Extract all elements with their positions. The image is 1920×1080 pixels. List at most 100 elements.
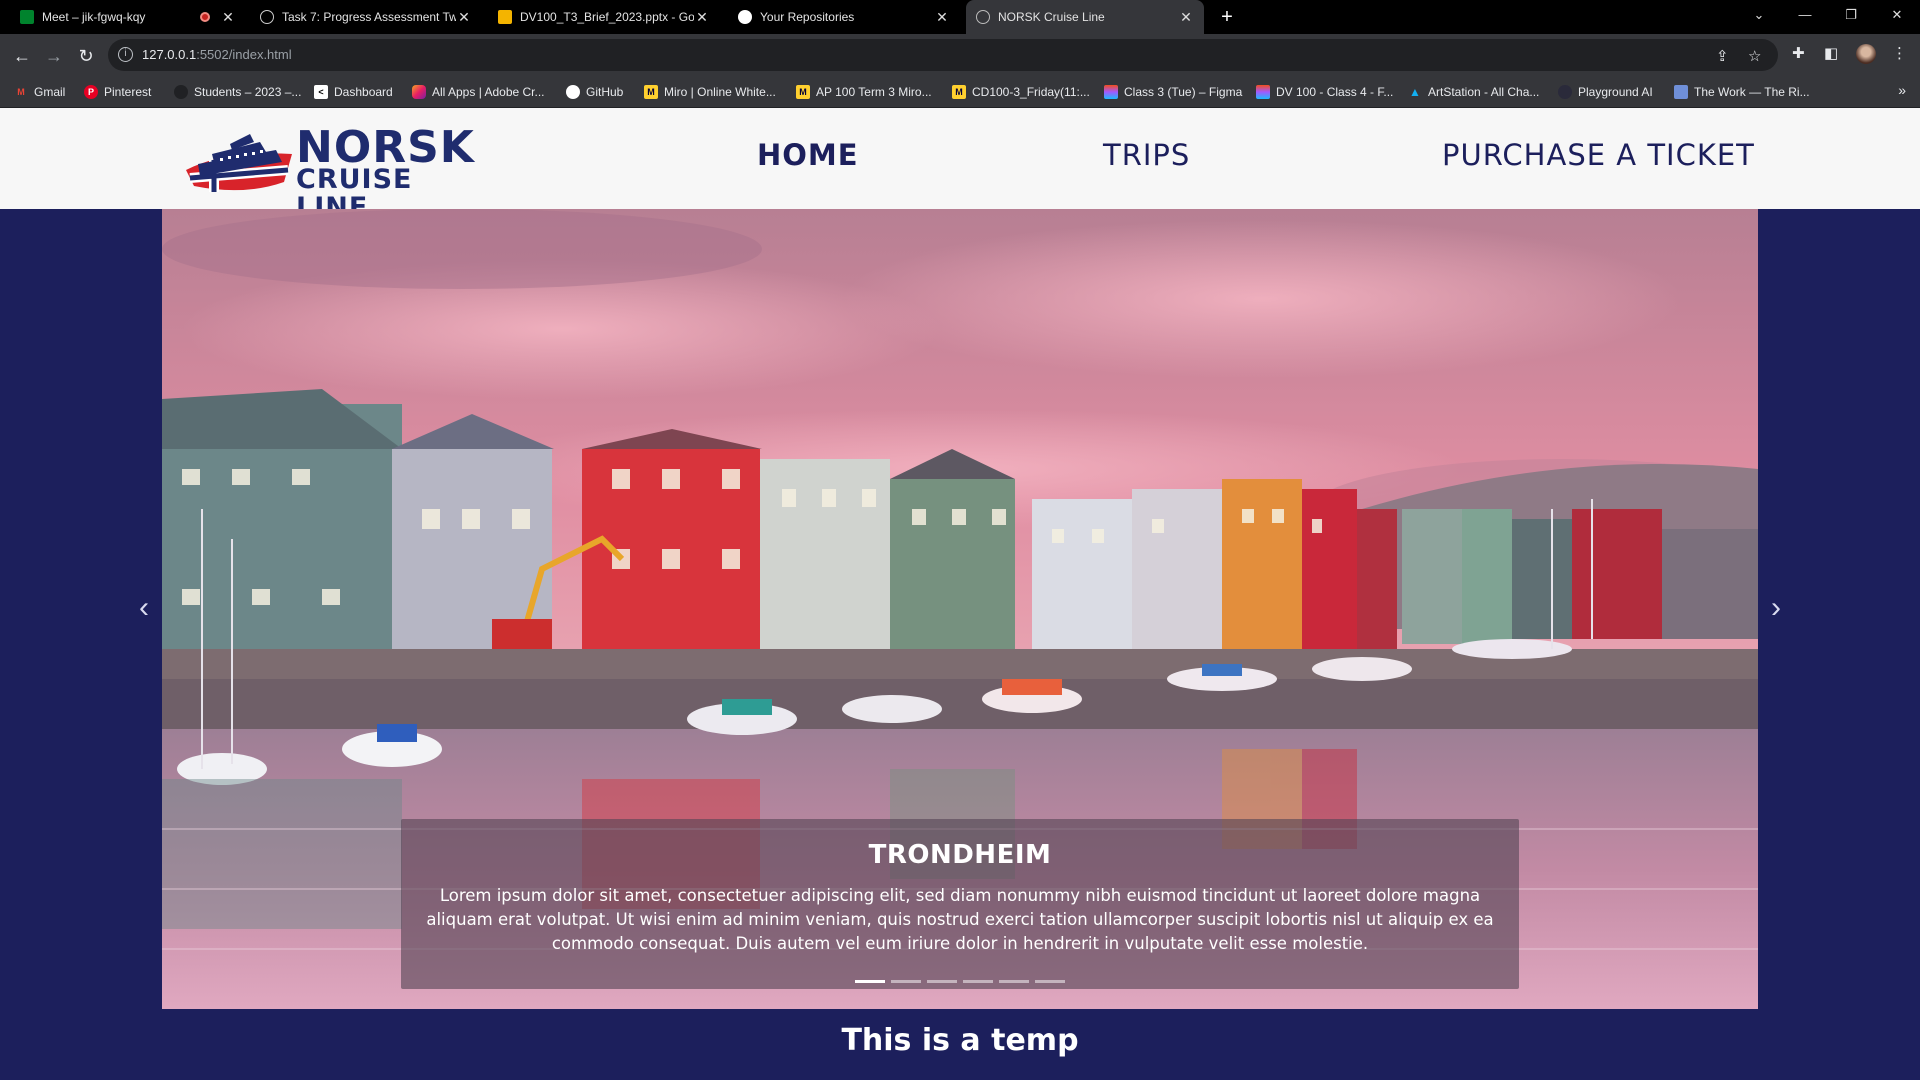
carousel-indicator-2[interactable] <box>891 980 921 983</box>
tab-title: Meet – jik-fgwq-kqy <box>42 10 146 24</box>
carousel-caption: TRONDHEIM Lorem ipsum dolor sit amet, co… <box>401 819 1519 989</box>
bookmark-label: GitHub <box>586 85 624 99</box>
ship-flag-icon <box>186 134 292 192</box>
bookmark-playground-ai[interactable]: Playground AI <box>1558 84 1653 100</box>
slide-title: TRONDHEIM <box>868 840 1052 870</box>
pinterest-icon: P <box>84 85 98 99</box>
close-window-button[interactable]: ✕ <box>1874 0 1920 34</box>
address-bar[interactable]: i 127.0.0.1:5502/index.html ⇪ ☆ <box>108 39 1778 71</box>
bookmark-label: The Work — The Ri... <box>1694 85 1810 99</box>
nav-trips[interactable]: TRIPS <box>1103 138 1190 172</box>
browser-tab[interactable]: Task 7: Progress Assessment Two ✕ <box>250 0 482 34</box>
tab-search-icon[interactable]: ⌄ <box>1736 0 1782 34</box>
tab-title: Your Repositories <box>760 10 855 24</box>
bookmark-students[interactable]: Students – 2023 –... <box>174 84 301 100</box>
bookmark-label: Dashboard <box>334 85 393 99</box>
url-path: :5502/index.html <box>196 47 292 62</box>
nav-purchase-ticket[interactable]: PURCHASE A TICKET <box>1442 138 1755 172</box>
minimize-button[interactable]: — <box>1782 0 1828 34</box>
temp-heading: This is a temp <box>841 1023 1079 1058</box>
more-bookmarks-icon[interactable]: » <box>1898 82 1906 98</box>
moon-icon <box>174 85 188 99</box>
new-tab-button[interactable]: + <box>1214 4 1240 30</box>
restore-button[interactable]: ❐ <box>1828 0 1874 34</box>
bookmark-pinterest[interactable]: P Pinterest <box>84 84 151 100</box>
bookmark-github[interactable]: GitHub <box>566 84 623 100</box>
bookmark-label: ArtStation - All Cha... <box>1428 85 1540 99</box>
tab-title: DV100_T3_Brief_2023.pptx - Goo <box>520 10 694 24</box>
bookmark-artstation[interactable]: ▲ ArtStation - All Cha... <box>1408 84 1539 100</box>
carousel-indicator-4[interactable] <box>963 980 993 983</box>
close-tab-icon[interactable]: ✕ <box>694 9 710 26</box>
figma-icon <box>1256 85 1270 99</box>
bookmark-label: CD100-3_Friday(11:... <box>972 85 1090 99</box>
bookmark-figma-class3[interactable]: Class 3 (Tue) – Figma <box>1104 84 1242 100</box>
bookmark-cd100-miro[interactable]: M CD100-3_Friday(11:... <box>952 84 1090 100</box>
url-text: 127.0.0.1:5502/index.html <box>142 47 292 62</box>
menu-icon[interactable]: ⋮ <box>1892 44 1907 62</box>
browser-tab[interactable]: DV100_T3_Brief_2023.pptx - Goo ✕ <box>488 0 720 34</box>
bookmark-label: Gmail <box>34 85 66 99</box>
bookmark-figma-dv100[interactable]: DV 100 - Class 4 - F... <box>1256 84 1393 100</box>
share-icon[interactable]: ⇪ <box>1716 47 1729 65</box>
close-tab-icon[interactable]: ✕ <box>1178 9 1194 26</box>
bookmark-the-work[interactable]: The Work — The Ri... <box>1674 84 1810 100</box>
browser-toolbar: ← → ↻ i 127.0.0.1:5502/index.html ⇪ ☆ ✚ … <box>0 34 1920 76</box>
norsk-logo[interactable]: NORSK CRUISE LINE <box>184 120 494 222</box>
carousel-indicator-6[interactable] <box>1035 980 1065 983</box>
tab-title: NORSK Cruise Line <box>998 10 1105 24</box>
browser-tab[interactable]: Your Repositories ✕ <box>728 0 960 34</box>
recording-icon <box>200 12 210 22</box>
url-host: 127.0.0.1 <box>142 47 197 62</box>
playground-ai-icon <box>1558 85 1572 99</box>
tab-title: Task 7: Progress Assessment Two <box>282 10 456 24</box>
bookmark-ap100-miro[interactable]: M AP 100 Term 3 Miro... <box>796 84 932 100</box>
bookmark-dashboard[interactable]: < Dashboard <box>314 84 393 100</box>
carousel-indicators <box>855 980 1065 983</box>
close-tab-icon[interactable]: ✕ <box>220 9 236 26</box>
bookmark-label: Class 3 (Tue) – Figma <box>1124 85 1243 99</box>
back-button[interactable]: ← <box>8 42 36 70</box>
bookmark-label: Pinterest <box>104 85 152 99</box>
github-icon <box>566 85 580 99</box>
artstation-icon: ▲ <box>1409 85 1421 99</box>
bookmark-label: AP 100 Term 3 Miro... <box>816 85 932 99</box>
site-info-icon[interactable]: i <box>118 47 133 62</box>
nav-home[interactable]: HOME <box>757 138 859 172</box>
close-tab-icon[interactable]: ✕ <box>456 9 472 26</box>
side-panel-icon[interactable]: ◧ <box>1824 44 1838 62</box>
miro-icon: M <box>952 85 966 99</box>
browser-tab-strip: Meet – jik-fgwq-kqy ✕ Task 7: Progress A… <box>0 0 1920 34</box>
extensions-icon[interactable]: ✚ <box>1792 44 1805 62</box>
browser-tab[interactable]: Meet – jik-fgwq-kqy ✕ <box>10 0 246 34</box>
bookmark-label: All Apps | Adobe Cr... <box>432 85 545 99</box>
bookmarks-bar: M Gmail P Pinterest Students – 2023 –... <… <box>0 76 1920 108</box>
bookmark-star-icon[interactable]: ☆ <box>1748 47 1761 65</box>
bookmark-label: Miro | Online White... <box>664 85 776 99</box>
carousel-indicator-5[interactable] <box>999 980 1029 983</box>
bookmark-label: DV 100 - Class 4 - F... <box>1276 85 1394 99</box>
bookmark-adobe[interactable]: All Apps | Adobe Cr... <box>412 84 545 100</box>
bookmark-gmail[interactable]: M Gmail <box>14 84 65 100</box>
adobe-cc-icon <box>412 85 426 99</box>
slide-description: Lorem ipsum dolor sit amet, consectetuer… <box>426 886 1494 953</box>
carousel-indicator-3[interactable] <box>927 980 957 983</box>
miro-icon: M <box>644 85 658 99</box>
figma-icon <box>1104 85 1118 99</box>
carousel-prev-button[interactable]: ‹ <box>132 593 156 623</box>
profile-avatar[interactable] <box>1856 44 1876 64</box>
github-icon <box>738 10 752 24</box>
gmail-icon: M <box>17 87 25 97</box>
reload-button[interactable]: ↻ <box>72 42 100 70</box>
bookmark-label: Students – 2023 –... <box>194 85 302 99</box>
close-tab-icon[interactable]: ✕ <box>934 9 950 26</box>
dashboard-icon: < <box>314 85 328 99</box>
forward-button[interactable]: → <box>40 42 68 70</box>
carousel-next-button[interactable]: › <box>1764 593 1788 623</box>
loading-circle-icon <box>260 10 274 24</box>
bookmark-miro[interactable]: M Miro | Online White... <box>644 84 776 100</box>
browser-tab-active[interactable]: NORSK Cruise Line ✕ <box>966 0 1204 34</box>
google-slides-icon <box>498 10 512 24</box>
bookmark-label: Playground AI <box>1578 85 1653 99</box>
carousel-indicator-1[interactable] <box>855 980 885 983</box>
